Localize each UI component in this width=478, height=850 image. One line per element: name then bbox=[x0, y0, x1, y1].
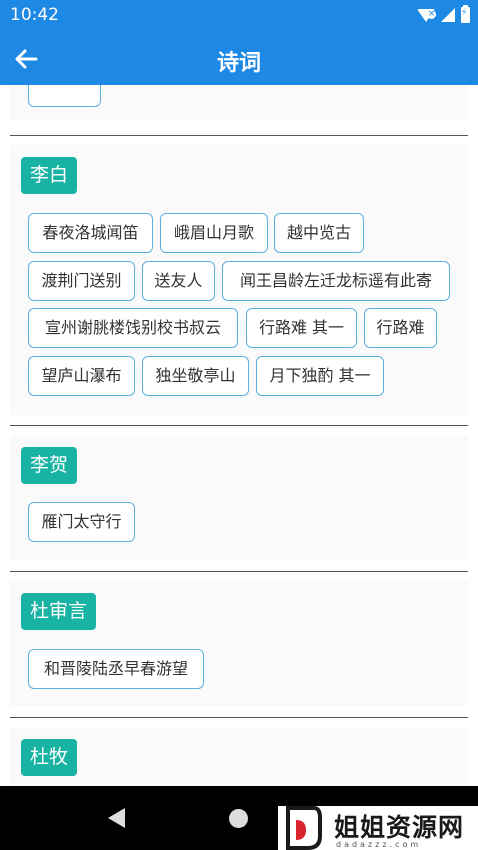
poem-chip[interactable]: 独坐敬亭山 bbox=[142, 356, 249, 396]
watermark: 姐姐资源网 dadazzz.com bbox=[278, 806, 478, 850]
status-time: 10:42 bbox=[10, 5, 59, 25]
app-bar: 诗词 bbox=[0, 33, 478, 85]
author-card-dumu: 杜牧 bbox=[10, 727, 468, 786]
poem-chip[interactable]: 雁门太守行 bbox=[28, 502, 135, 542]
divider bbox=[10, 425, 468, 426]
poem-chip[interactable]: 渡荆门送别 bbox=[28, 261, 135, 301]
poem-chip[interactable]: 峨眉山月歌 bbox=[160, 213, 268, 253]
status-bar: 10:42 × bbox=[0, 0, 478, 33]
author-tag[interactable]: 杜审言 bbox=[21, 593, 97, 630]
divider bbox=[10, 717, 468, 718]
poem-chip[interactable]: 宣州谢朓楼饯别校书叔云 bbox=[28, 308, 238, 348]
author-card-dushenyan: 杜审言 和晋陵陆丞早春游望 bbox=[10, 581, 468, 706]
author-tag[interactable]: 李贺 bbox=[21, 447, 78, 484]
poem-chip[interactable]: 望庐山瀑布 bbox=[28, 356, 135, 396]
status-icons: × bbox=[417, 5, 470, 23]
poem-chip-partial[interactable] bbox=[28, 85, 101, 107]
nav-back-icon[interactable] bbox=[108, 808, 125, 828]
poem-chip[interactable]: 行路难 bbox=[364, 308, 437, 348]
poem-chip[interactable]: 送友人 bbox=[142, 261, 215, 301]
divider bbox=[10, 135, 468, 136]
poem-list[interactable]: 李白 春夜洛城闻笛 峨眉山月歌 越中览古 渡荆门送别 送友人 闻王昌龄左迁龙标遥… bbox=[0, 85, 478, 786]
page-title: 诗词 bbox=[216, 51, 261, 76]
poem-chip[interactable]: 和晋陵陆丞早春游望 bbox=[28, 649, 204, 689]
signal-icon bbox=[441, 8, 455, 22]
watermark-logo-icon bbox=[284, 806, 322, 850]
nav-home-icon[interactable] bbox=[229, 809, 248, 828]
poem-chip[interactable]: 月下独酌 其一 bbox=[256, 356, 384, 396]
poem-chip[interactable]: 越中览古 bbox=[274, 213, 364, 253]
author-card-libai: 李白 春夜洛城闻笛 峨眉山月歌 越中览古 渡荆门送别 送友人 闻王昌龄左迁龙标遥… bbox=[10, 145, 468, 415]
poem-chip[interactable]: 闻王昌龄左迁龙标遥有此寄 bbox=[222, 261, 450, 301]
author-card-lihe: 李贺 雁门太守行 bbox=[10, 435, 468, 560]
poem-chip[interactable]: 行路难 其一 bbox=[246, 308, 357, 348]
author-tag[interactable]: 杜牧 bbox=[21, 739, 78, 776]
divider bbox=[10, 571, 468, 572]
poem-chip[interactable]: 春夜洛城闻笛 bbox=[28, 213, 153, 253]
author-tag[interactable]: 李白 bbox=[21, 157, 78, 194]
wifi-icon: × bbox=[417, 8, 436, 22]
watermark-subtitle: dadazzz.com bbox=[336, 840, 422, 849]
author-card-partial bbox=[10, 85, 468, 120]
watermark-title: 姐姐资源网 bbox=[334, 813, 465, 842]
battery-charging-icon bbox=[461, 5, 470, 23]
